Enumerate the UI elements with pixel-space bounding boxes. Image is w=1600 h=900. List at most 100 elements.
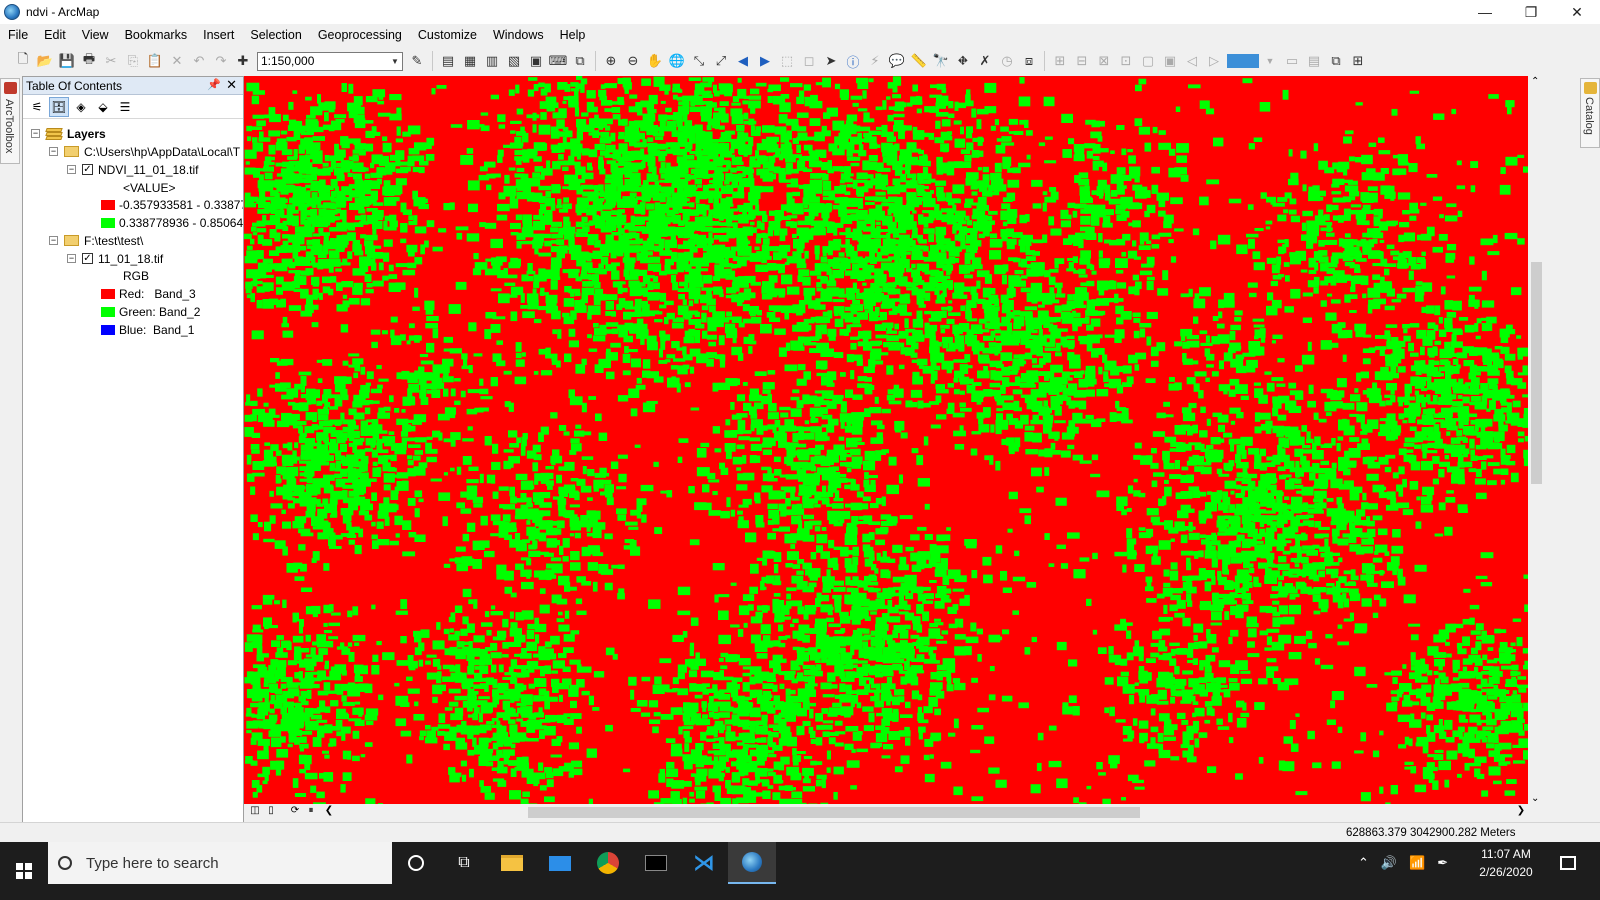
focus-data-frame-icon[interactable]: ▤	[1304, 51, 1324, 71]
fixed-zoom-in-icon[interactable]: ⤡	[689, 51, 709, 71]
pan-hand-icon[interactable]: ✋	[645, 51, 665, 71]
find-icon[interactable]: 🔭	[931, 51, 951, 71]
legend-item[interactable]: -0.357933581 - 0.338778	[101, 196, 243, 213]
layer-visibility-checkbox[interactable]: ✓	[82, 164, 93, 175]
menu-insert[interactable]: Insert	[195, 28, 242, 42]
list-by-source-icon[interactable]: 🗄	[49, 96, 69, 117]
layout-zoom-100-icon[interactable]: ▢	[1138, 51, 1158, 71]
copy-icon[interactable]: ⎘	[123, 51, 143, 71]
taskbar-search-box[interactable]: Type here to search	[48, 842, 392, 884]
time-slider-icon[interactable]: ◷	[997, 51, 1017, 71]
collapse-icon[interactable]: −	[67, 165, 76, 174]
list-by-drawing-order-icon[interactable]: ⚟	[27, 97, 47, 117]
restore-button[interactable]: ❐	[1508, 0, 1554, 24]
chrome-icon[interactable]	[584, 842, 632, 884]
catalog-window-icon[interactable]: ▥	[482, 51, 502, 71]
editor-toolbar-icon[interactable]: ✎	[407, 51, 427, 71]
paste-icon[interactable]: 📋	[145, 51, 165, 71]
wifi-icon[interactable]: 📶	[1409, 855, 1425, 871]
source-folder-row[interactable]: − F:\test\test\	[49, 232, 143, 249]
new-document-icon[interactable]: 🗋	[13, 51, 33, 71]
layout-zoom-in-icon[interactable]: ⊞	[1050, 51, 1070, 71]
layout-view-icon[interactable]: ▯	[264, 805, 278, 819]
add-data-icon[interactable]: ✚	[233, 51, 253, 71]
back-extent-icon[interactable]: ◀	[733, 51, 753, 71]
cut-icon[interactable]: ✂	[101, 51, 121, 71]
layout-back-icon[interactable]: ◁	[1182, 51, 1202, 71]
data-driven-pages-icon[interactable]: ⊞	[1348, 51, 1368, 71]
collapse-icon[interactable]: −	[31, 129, 40, 138]
toc-window-icon[interactable]: ▦	[460, 51, 480, 71]
map-display[interactable]	[244, 76, 1528, 804]
file-explorer-icon[interactable]	[488, 842, 536, 884]
menu-bookmarks[interactable]: Bookmarks	[117, 28, 196, 42]
html-popup-icon[interactable]: 💬	[887, 51, 907, 71]
search-window-icon[interactable]: ▧	[504, 51, 524, 71]
catalog-side-tab[interactable]: Catalog	[1580, 78, 1600, 148]
menu-selection[interactable]: Selection	[242, 28, 309, 42]
zoom-percent-combobox[interactable]	[1227, 54, 1259, 68]
map-vertical-scrollbar[interactable]: ⌃ ⌄	[1528, 76, 1545, 804]
hyperlink-icon[interactable]: ⚡	[865, 51, 885, 71]
layers-dataframe-row[interactable]: − Layers	[31, 125, 106, 142]
legend-item[interactable]: Blue: Band_1	[101, 321, 194, 338]
menu-file[interactable]: File	[0, 28, 36, 42]
menu-edit[interactable]: Edit	[36, 28, 74, 42]
menu-customize[interactable]: Customize	[410, 28, 485, 42]
close-window-button[interactable]: ✕	[1554, 0, 1600, 24]
arcmap-taskbar-icon[interactable]	[728, 842, 776, 884]
legend-item[interactable]: Green: Band_2	[101, 303, 200, 320]
mail-icon[interactable]	[536, 842, 584, 884]
source-folder-row[interactable]: − C:\Users\hp\AppData\Local\T	[49, 143, 240, 160]
chevron-down-icon[interactable]: ▼	[388, 53, 402, 70]
layout-zoom-whole-page-icon[interactable]: ⊡	[1116, 51, 1136, 71]
toggle-draft-mode-icon[interactable]: ▭	[1282, 51, 1302, 71]
layout-pan-icon[interactable]: ⊠	[1094, 51, 1114, 71]
menu-view[interactable]: View	[74, 28, 117, 42]
layout-zoom-out-icon[interactable]: ⊟	[1072, 51, 1092, 71]
arctoolbox-side-tab[interactable]: ArcToolbox	[0, 78, 20, 164]
data-view-icon[interactable]: ◫	[248, 805, 262, 819]
chevron-up-icon[interactable]: ⌃	[1358, 855, 1369, 871]
pause-drawing-icon[interactable]: ⏸	[304, 805, 318, 819]
chevron-down-icon[interactable]: ▼	[1260, 51, 1280, 71]
create-viewer-icon[interactable]: ⧈	[1019, 51, 1039, 71]
collapse-icon[interactable]: −	[49, 236, 58, 245]
full-extent-globe-icon[interactable]: 🌐	[667, 51, 687, 71]
scrollbar-thumb[interactable]	[1531, 262, 1542, 484]
layer-row-rgb[interactable]: − ✓ 11_01_18.tif	[67, 250, 163, 267]
legend-item[interactable]: Red: Band_3	[101, 285, 196, 302]
model-builder-icon[interactable]: ⧉	[570, 51, 590, 71]
cortana-icon[interactable]	[392, 842, 440, 884]
scroll-down-icon[interactable]: ⌄	[1531, 793, 1539, 804]
menu-geoprocessing[interactable]: Geoprocessing	[310, 28, 410, 42]
map-scale-combobox[interactable]: 1:150,000 ▼	[257, 51, 403, 71]
clear-selection-icon[interactable]: ◻	[799, 51, 819, 71]
pen-icon[interactable]: ✒	[1437, 855, 1448, 871]
forward-extent-icon[interactable]: ▶	[755, 51, 775, 71]
taskbar-clock[interactable]: 11:07 AM 2/26/2020	[1466, 845, 1546, 881]
arctoolbox-window-icon[interactable]: ▣	[526, 51, 546, 71]
toc-options-icon[interactable]: ☰	[115, 97, 135, 117]
print-icon[interactable]: 🖶	[79, 51, 99, 71]
pin-icon[interactable]: 📌	[207, 78, 221, 91]
visual-studio-code-icon[interactable]: ⋊	[680, 842, 728, 884]
change-layout-icon[interactable]: ⧉	[1326, 51, 1346, 71]
python-window-icon[interactable]: ⌨	[548, 51, 568, 71]
undo-icon[interactable]: ↶	[189, 51, 209, 71]
find-route-icon[interactable]: ⛖	[953, 51, 973, 71]
layout-fixed-zoom-icon[interactable]: ▣	[1160, 51, 1180, 71]
task-view-icon[interactable]: ⧉	[440, 842, 488, 884]
legend-item[interactable]: 0.338778936 - 0.850649	[101, 214, 243, 231]
close-icon[interactable]: ✕	[226, 77, 237, 93]
scroll-up-icon[interactable]: ⌃	[1531, 76, 1539, 87]
open-folder-icon[interactable]: 📂	[35, 51, 55, 71]
list-by-selection-icon[interactable]: ⬙	[93, 97, 113, 117]
refresh-icon[interactable]: ⟳	[288, 805, 302, 819]
identify-icon[interactable]: ⓘ	[843, 51, 863, 71]
menu-help[interactable]: Help	[552, 28, 594, 42]
fixed-zoom-out-icon[interactable]: ⤢	[711, 51, 731, 71]
go-to-xy-icon[interactable]: ✗	[975, 51, 995, 71]
start-button[interactable]	[0, 842, 48, 900]
scrollbar-thumb[interactable]	[528, 807, 1140, 818]
